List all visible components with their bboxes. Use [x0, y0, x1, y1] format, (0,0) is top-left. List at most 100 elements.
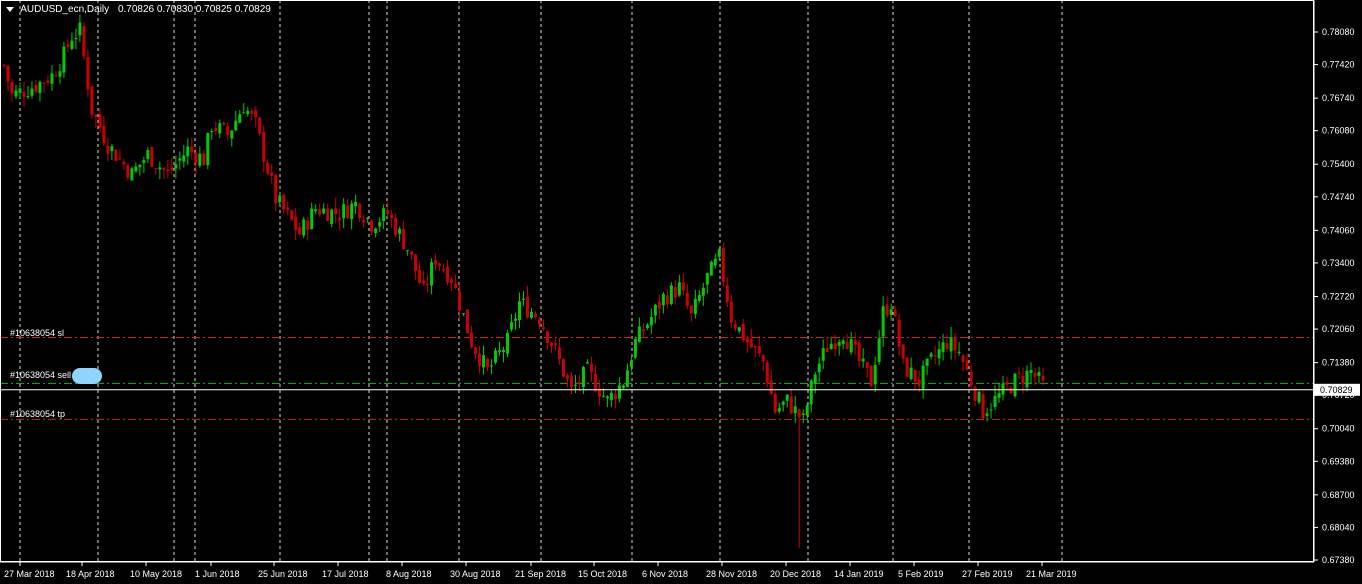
candle-body	[593, 373, 597, 392]
candle-body	[789, 396, 793, 414]
candle-body	[917, 379, 921, 386]
candle-body	[557, 347, 561, 360]
candle-body	[182, 155, 186, 162]
candle-body	[1037, 372, 1041, 376]
order-label-tp[interactable]: #10638054 tp	[10, 409, 65, 419]
candle-body	[134, 166, 138, 172]
candle-body	[450, 279, 454, 283]
order-label-sell[interactable]: #10638054 sell	[10, 370, 71, 380]
candle-body	[801, 413, 805, 415]
candle-body	[498, 350, 502, 352]
candle-body	[869, 366, 873, 387]
candle-body	[438, 263, 442, 266]
candle-body	[278, 195, 282, 203]
candle-body	[921, 365, 925, 389]
order-label-sl[interactable]: #10638054 sl	[10, 328, 64, 338]
candle-body	[613, 394, 617, 399]
candle-body	[573, 384, 577, 386]
y-tick-label: 0.71380	[1322, 358, 1355, 368]
candle-body	[118, 158, 122, 160]
candle-body	[58, 71, 62, 77]
candle-body	[322, 208, 326, 214]
candle-body	[981, 394, 985, 419]
candle-body	[933, 355, 937, 357]
y-tick-label: 0.67380	[1322, 555, 1355, 565]
collapse-triangle-icon[interactable]	[6, 6, 14, 12]
candle-body	[190, 146, 194, 152]
candle-body	[913, 369, 917, 382]
x-tick-label: 14 Jan 2019	[834, 569, 884, 579]
candle-body	[777, 408, 781, 412]
candle-body	[665, 295, 669, 305]
candle-body	[689, 305, 693, 314]
candle-body	[422, 280, 426, 284]
candle-body	[621, 385, 625, 389]
candle-body	[569, 375, 573, 388]
candle-body	[230, 130, 234, 139]
candle-body	[318, 209, 322, 215]
candle-body	[561, 359, 565, 377]
candle-body	[406, 250, 410, 252]
chart-header: AUDUSD_ecn,Daily 0.70826 0.70830 0.70825…	[6, 4, 271, 15]
ohlc-values: 0.70826 0.70830 0.70825 0.70829	[117, 4, 271, 15]
candle-body	[270, 172, 274, 176]
candle-body	[486, 358, 490, 368]
candle-body	[490, 365, 494, 367]
candle-body	[54, 75, 58, 77]
candle-body	[565, 375, 569, 379]
candle-body	[50, 73, 54, 84]
redaction-blob	[72, 368, 102, 384]
candle-body	[1025, 370, 1029, 388]
candle-body	[522, 298, 525, 300]
candlestick-chart: 0.78080 0.77420 0.76740 0.76080 0.75400 0.747…	[0, 0, 1360, 579]
candle-body	[693, 298, 697, 314]
grid-layer	[19, 0, 1063, 562]
y-ticks: 0.78080 0.77420 0.76740 0.76080 0.75400 0.747…	[1314, 27, 1355, 565]
candle-body	[737, 327, 741, 332]
candle-body	[394, 218, 398, 236]
candle-body	[765, 362, 769, 384]
candle-body	[314, 209, 318, 212]
candle-body	[482, 355, 486, 368]
candle-body	[246, 110, 250, 115]
candle-body	[537, 319, 541, 325]
candle-body	[2, 65, 6, 67]
candle-body	[797, 409, 801, 418]
candle-body	[645, 324, 649, 329]
candle-body	[46, 80, 50, 84]
x-tick-label: 1 Jun 2018	[195, 569, 240, 579]
candle-body	[10, 82, 14, 94]
candle-body	[34, 84, 38, 92]
candle-body	[725, 285, 729, 302]
candle-body	[945, 343, 949, 350]
candle-body	[306, 220, 310, 230]
candle-body	[262, 131, 266, 162]
candle-body	[114, 149, 118, 161]
candle-body	[757, 345, 761, 354]
candle-body	[122, 161, 126, 165]
candle-body	[585, 362, 589, 364]
candle-body	[733, 324, 737, 329]
candle-body	[210, 131, 214, 133]
candle-body	[841, 340, 845, 344]
candle-body	[466, 309, 470, 334]
candle-body	[170, 167, 174, 171]
candle-body	[254, 110, 258, 118]
candle-body	[1029, 369, 1033, 373]
candle-body	[22, 91, 26, 97]
candle-body	[38, 81, 42, 94]
candle-body	[386, 210, 390, 215]
candle-body	[973, 387, 977, 401]
candle-body	[937, 349, 941, 359]
candle-body	[358, 203, 362, 219]
candle-body	[150, 147, 154, 167]
candle-body	[126, 165, 130, 178]
candle-body	[813, 374, 817, 384]
candle-body	[194, 152, 198, 164]
candle-body	[290, 210, 294, 220]
candle-body	[370, 220, 374, 232]
candle-body	[893, 309, 897, 317]
candle-body	[881, 306, 885, 337]
candle-body	[745, 338, 749, 343]
candle-body	[294, 216, 298, 230]
